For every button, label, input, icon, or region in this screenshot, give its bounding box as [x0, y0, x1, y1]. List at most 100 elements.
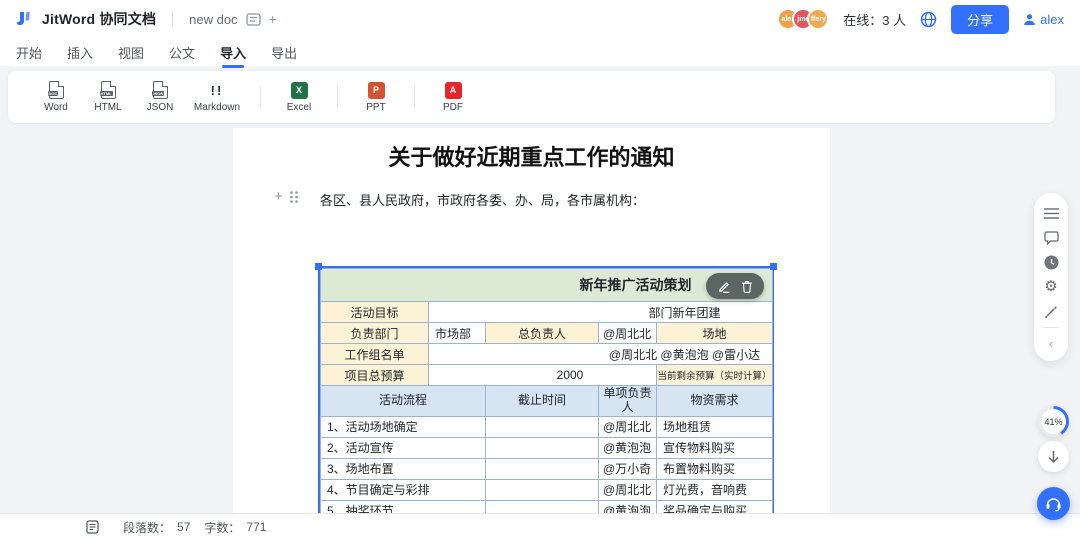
table-cell[interactable] — [486, 437, 599, 458]
table-label-cell[interactable]: 负责部门 — [321, 323, 429, 344]
table-cell[interactable]: 3、场地布置 — [321, 458, 486, 479]
ribbon-label: HTML — [94, 102, 121, 113]
table-cell[interactable]: 2000 — [429, 365, 657, 386]
tab-insert[interactable]: 插入 — [65, 39, 95, 66]
online-avatars[interactable]: alex jmc ffery — [777, 8, 829, 30]
column-header[interactable]: 活动流程 — [321, 386, 486, 417]
table-cell[interactable]: @周北北 — [599, 416, 657, 437]
collapse-chevron-icon[interactable]: ‹ — [1042, 335, 1060, 353]
import-excel-button[interactable]: X Excel — [273, 82, 325, 113]
zoom-level: 41% — [1044, 417, 1062, 427]
support-headset-button[interactable] — [1037, 487, 1070, 520]
import-ribbon: DOC Word HTML HTML JSON JSON !! Markdown… — [8, 71, 1055, 123]
import-markdown-button[interactable]: !! Markdown — [186, 81, 248, 113]
word-count-label: 字数： — [204, 519, 240, 536]
table-cell[interactable]: @周北北 @黄泡泡 @雷小达 — [429, 344, 773, 365]
table-cell[interactable]: @黄泡泡 — [599, 437, 657, 458]
paragraph-count: 57 — [177, 520, 190, 534]
new-doc-plus-icon[interactable]: + — [269, 12, 277, 26]
language-globe-icon[interactable] — [920, 11, 937, 28]
table-cell[interactable]: 布置物料购买 — [657, 458, 773, 479]
edit-pencil-icon[interactable] — [718, 280, 731, 293]
table-action-pill[interactable] — [706, 273, 764, 299]
ribbon-separator — [260, 86, 261, 108]
editor-canvas: DOC Word HTML HTML JSON JSON !! Markdown… — [0, 66, 1080, 513]
table-label-cell[interactable]: 活动目标 — [321, 302, 429, 323]
down-arrow-icon — [1047, 450, 1060, 464]
avatar[interactable]: ffery — [807, 8, 829, 30]
table-cell[interactable]: 5、抽奖环节 — [321, 500, 486, 513]
column-header[interactable]: 单项负责人 — [599, 386, 657, 417]
table-cell[interactable]: 灯光费，音响费 — [657, 479, 773, 500]
table-cell[interactable]: 奖品确定与购买 — [657, 500, 773, 513]
table-cell[interactable]: @万小奇 — [599, 458, 657, 479]
column-header[interactable]: 截止时间 — [486, 386, 599, 417]
tab-view[interactable]: 视图 — [116, 39, 146, 66]
outline-icon[interactable] — [1042, 204, 1060, 222]
add-block-icon[interactable]: + — [274, 189, 283, 204]
selection-handle[interactable] — [770, 263, 777, 270]
drag-handle-icon[interactable] — [289, 190, 299, 204]
table-label-cell[interactable]: 当前剩余预算（实时计算） — [657, 365, 773, 386]
panel-divider — [1043, 327, 1059, 328]
magic-wand-icon[interactable] — [1042, 303, 1060, 321]
table-cell[interactable]: @周北北 — [599, 479, 657, 500]
import-json-button[interactable]: JSON JSON — [134, 81, 186, 113]
tab-export[interactable]: 导出 — [269, 39, 299, 66]
document-page[interactable]: 关于做好近期重点工作的通知 + 各区、县人民政府，市政府各委、办、局，各市属机构… — [233, 128, 830, 513]
ribbon-label: PDF — [443, 102, 463, 113]
file-badge: DOC — [48, 91, 59, 96]
table-title-cell[interactable]: 新年推广活动策划 — [321, 269, 773, 302]
paragraph-text[interactable]: 各区、县人民政府，市政府各委、办、局，各市属机构： — [320, 190, 645, 209]
table-label-cell[interactable]: 项目总预算 — [321, 365, 429, 386]
table-cell[interactable] — [486, 416, 599, 437]
ribbon-separator — [337, 86, 338, 108]
comment-icon[interactable] — [1042, 229, 1060, 247]
user-icon — [1023, 13, 1036, 26]
settings-gear-icon[interactable]: ⚙ — [1042, 278, 1060, 296]
table-cell[interactable] — [486, 479, 599, 500]
table-cell[interactable]: @黄泡泡 — [599, 500, 657, 513]
current-user[interactable]: alex — [1023, 12, 1064, 27]
tab-official[interactable]: 公文 — [167, 39, 197, 66]
top-bar: JitWord 协同文档 new doc + alex jmc ffery 在线… — [0, 0, 1080, 38]
scroll-to-bottom-button[interactable] — [1038, 441, 1069, 472]
table-cell[interactable]: @周北北 — [599, 323, 657, 344]
table-cell[interactable]: 宣传物料购买 — [657, 437, 773, 458]
delete-trash-icon[interactable] — [741, 280, 753, 293]
doc-name[interactable]: new doc — [189, 12, 237, 27]
ribbon-separator — [414, 86, 415, 108]
word-count-icon[interactable] — [86, 520, 99, 534]
document-title[interactable]: 关于做好近期重点工作的通知 — [233, 140, 830, 172]
import-html-button[interactable]: HTML HTML — [82, 81, 134, 113]
table-cell[interactable]: 场地租赁 — [657, 416, 773, 437]
paragraph-count-label: 段落数： — [123, 519, 171, 536]
import-word-button[interactable]: DOC Word — [30, 81, 82, 113]
doc-list-icon[interactable] — [246, 13, 261, 26]
headset-icon — [1045, 496, 1062, 512]
ribbon-label: Word — [44, 102, 68, 113]
tab-start[interactable]: 开始 — [14, 39, 44, 66]
share-button[interactable]: 分享 — [951, 5, 1009, 34]
import-pdf-button[interactable]: A PDF — [427, 82, 479, 113]
selected-table[interactable]: 新年推广活动策划 — [318, 266, 774, 513]
table-cell[interactable]: 1、活动场地确定 — [321, 416, 486, 437]
word-file-icon: DOC — [49, 81, 64, 99]
table-label-cell[interactable]: 场地 — [657, 323, 773, 344]
tab-import[interactable]: 导入 — [218, 39, 248, 66]
selection-handle[interactable] — [315, 263, 322, 270]
table-cell[interactable] — [486, 458, 599, 479]
table-label-cell[interactable]: 总负责人 — [486, 323, 599, 344]
json-file-icon: JSON — [153, 81, 168, 99]
table-cell[interactable]: 2、活动宣传 — [321, 437, 486, 458]
history-icon[interactable] — [1042, 253, 1060, 271]
table-cell[interactable] — [486, 500, 599, 513]
table-label-cell[interactable]: 工作组名单 — [321, 344, 429, 365]
zoom-level-badge[interactable]: 41% — [1038, 406, 1069, 437]
table-cell[interactable]: 部门新年团建 — [429, 302, 773, 323]
menu-bar: 开始 插入 视图 公文 导入 导出 — [0, 38, 1080, 66]
column-header[interactable]: 物资需求 — [657, 386, 773, 417]
table-cell[interactable]: 4、节目确定与彩排 — [321, 479, 486, 500]
import-ppt-button[interactable]: P PPT — [350, 82, 402, 113]
table-cell[interactable]: 市场部 — [429, 323, 486, 344]
